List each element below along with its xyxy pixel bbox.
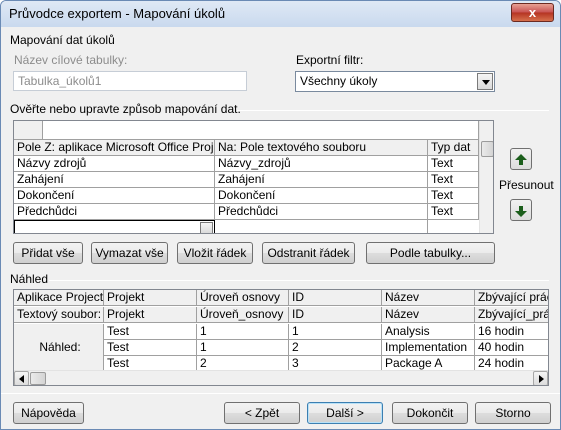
help-button[interactable]: Nápověda xyxy=(13,402,84,424)
footer-divider xyxy=(1,393,560,394)
preview-row-label-preview: Náhled: xyxy=(14,324,104,372)
grid-edit-row[interactable] xyxy=(43,121,479,140)
preview-field: Projekt xyxy=(104,290,197,306)
filter-label: Exportní filtr: xyxy=(296,53,364,67)
scroll-right-button[interactable] xyxy=(533,371,548,385)
divider xyxy=(237,110,549,111)
preview-field: ID xyxy=(289,290,382,306)
arrow-up-icon xyxy=(515,154,527,165)
column-header-source[interactable]: Pole Z: aplikace Microsoft Office Projec… xyxy=(14,140,215,156)
preview-grid[interactable]: Aplikace Project: Textový soubor: Náhled… xyxy=(13,289,549,386)
mapping-grid-scrollbar[interactable] xyxy=(479,121,493,233)
preview-cell: Test xyxy=(104,340,197,356)
arrow-down-icon xyxy=(515,206,527,217)
grid-corner xyxy=(14,121,43,140)
close-icon: x xyxy=(528,5,537,20)
add-all-button[interactable]: Přidat vše xyxy=(13,242,83,264)
table-row-cell[interactable]: Text xyxy=(428,204,479,220)
table-row-cell[interactable]: Text xyxy=(428,156,479,172)
move-up-button[interactable] xyxy=(510,148,532,170)
clear-all-button[interactable]: Vymazat vše xyxy=(91,242,168,264)
cancel-button[interactable]: Storno xyxy=(475,402,551,424)
preview-cell: 1 xyxy=(289,324,382,340)
preview-field: Zbývající práce xyxy=(475,290,548,306)
new-row-combo[interactable] xyxy=(14,220,215,233)
preview-cell: Implementation xyxy=(382,340,475,356)
preview-cell: 1 xyxy=(197,324,289,340)
table-row-cell[interactable]: Názvy_zdrojů xyxy=(215,156,428,172)
scrollbar-thumb[interactable] xyxy=(30,372,46,385)
table-row-cell[interactable]: Dokončení xyxy=(215,188,428,204)
window-title: Průvodce exportem - Mapování úkolů xyxy=(9,6,226,21)
back-button[interactable]: < Zpět xyxy=(224,402,300,424)
mapping-grid[interactable]: Pole Z: aplikace Microsoft Office Projec… xyxy=(13,120,494,234)
table-row-cell[interactable]: Zahájení xyxy=(215,172,428,188)
dest-table-label: Název cílové tabulky: xyxy=(14,53,128,67)
chevron-left-icon xyxy=(19,375,24,383)
preview-field: Úroveň osnovy xyxy=(197,290,289,306)
mapping-section-label: Mapování dat úkolů xyxy=(10,33,115,47)
filter-select[interactable]: Všechny úkoly xyxy=(295,71,495,92)
preview-cell: Analysis xyxy=(382,324,475,340)
close-button[interactable]: x xyxy=(511,3,554,22)
column-header-type[interactable]: Typ dat xyxy=(428,140,479,156)
chevron-down-icon[interactable] xyxy=(200,222,213,233)
chevron-right-icon xyxy=(539,375,544,383)
preview-cell: 2 xyxy=(289,340,382,356)
table-row-cell[interactable]: Dokončení xyxy=(14,188,215,204)
table-row-cell[interactable]: Text xyxy=(428,188,479,204)
table-row-cell[interactable] xyxy=(215,220,428,233)
table-row-cell[interactable]: Předchůdci xyxy=(14,204,215,220)
preview-field: Projekt xyxy=(104,307,197,323)
preview-cell: 1 xyxy=(197,340,289,356)
preview-field: ID xyxy=(289,307,382,323)
move-down-button[interactable] xyxy=(510,199,532,221)
preview-cell: 40 hodin xyxy=(475,340,548,356)
preview-cell: 16 hodin xyxy=(475,324,548,340)
title-bar: Průvodce exportem - Mapování úkolů x xyxy=(1,1,560,27)
divider xyxy=(49,280,549,281)
filter-value: Všechny úkoly xyxy=(300,74,378,88)
preview-field: Název xyxy=(382,307,475,323)
preview-field: Název xyxy=(382,290,475,306)
preview-section-label: Náhled xyxy=(10,272,49,286)
scrollbar-thumb[interactable] xyxy=(481,141,493,157)
table-row-cell[interactable]: Názvy zdrojů xyxy=(14,156,215,172)
export-wizard-window: Průvodce exportem - Mapování úkolů x Map… xyxy=(0,0,561,430)
move-label: Přesunout xyxy=(499,178,554,192)
finish-button[interactable]: Dokončit xyxy=(392,402,468,424)
chevron-down-icon[interactable] xyxy=(477,73,493,90)
insert-row-button[interactable]: Vložit řádek xyxy=(177,242,253,264)
table-row-cell[interactable]: Předchůdci xyxy=(215,204,428,220)
preview-field: Zbývající_práce xyxy=(475,307,548,323)
preview-row-label-project: Aplikace Project: xyxy=(14,290,104,306)
preview-cell: Test xyxy=(104,324,197,340)
dest-table-field[interactable]: Tabulka_úkolů1 xyxy=(13,71,247,91)
by-table-button[interactable]: Podle tabulky... xyxy=(366,242,495,264)
column-header-target[interactable]: Na: Pole textového souboru xyxy=(215,140,428,156)
table-row-cell[interactable]: Text xyxy=(428,172,479,188)
preview-hscrollbar[interactable] xyxy=(14,370,548,385)
table-row-cell[interactable]: Zahájení xyxy=(14,172,215,188)
next-button[interactable]: Další > xyxy=(307,402,383,424)
preview-field: Úroveň_osnovy xyxy=(197,307,289,323)
delete-row-button[interactable]: Odstranit řádek xyxy=(262,242,355,264)
instructions-label: Ověřte nebo upravte způsob mapování dat. xyxy=(10,102,241,116)
scroll-left-button[interactable] xyxy=(14,371,29,385)
preview-row-label-text: Textový soubor: xyxy=(14,307,104,323)
